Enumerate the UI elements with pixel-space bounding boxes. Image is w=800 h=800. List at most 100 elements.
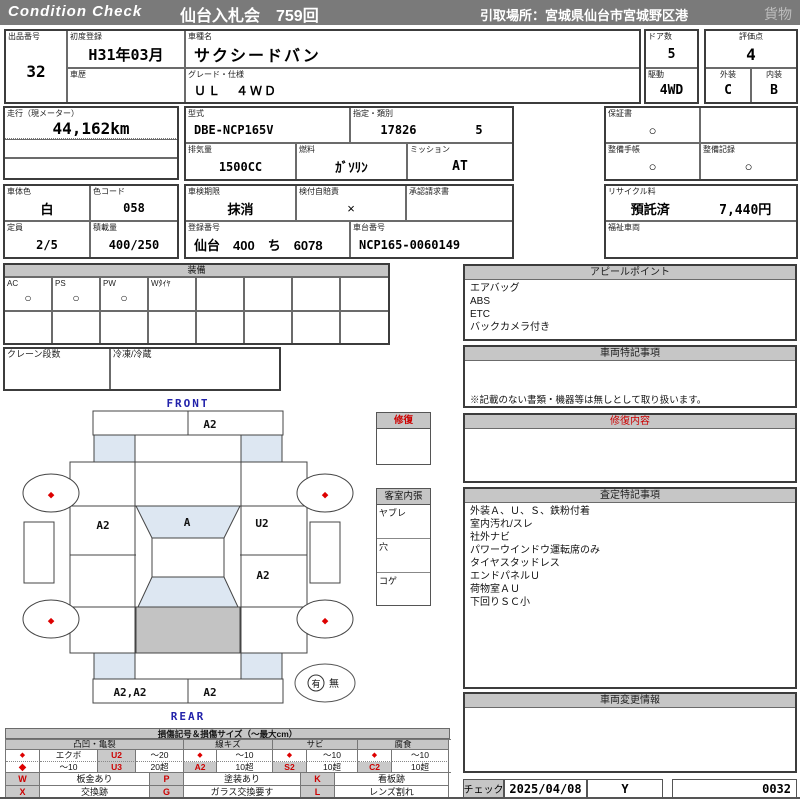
front-bumper-mark: A2: [203, 418, 216, 431]
auction-title: 仙台入札会 759回: [180, 8, 319, 25]
legend-desc-k: 看板跡: [335, 773, 449, 786]
color-code-value: 058: [123, 201, 145, 215]
interior-grade-label: 内装: [766, 70, 782, 79]
legend-group-corrosion: 腐食: [358, 740, 449, 750]
chassis-no-cell: 車台番号 NCP165-0060149: [350, 221, 513, 258]
equipment-mark-wtire: [149, 286, 195, 310]
spare-yes-label: 有: [311, 678, 320, 690]
vehicle-notes-title: 車両特記事項: [465, 347, 795, 361]
equipment-mark-ps: ○: [72, 291, 80, 305]
inspection-expiry-value: 抹消: [227, 201, 254, 217]
cabin-lining-title: 客室内張: [377, 489, 430, 505]
maintenance-record-label: 整備記録: [703, 145, 735, 154]
model-name-value: サクシードバン: [194, 48, 321, 65]
equipment-cell-pw: PW ○: [100, 277, 148, 311]
mileage-value: 44,162km: [52, 118, 130, 138]
legend-code-p: P: [150, 773, 184, 786]
freezer-label: 冷凍/冷蔵: [113, 349, 152, 359]
interior-grade-value: B: [770, 83, 778, 98]
cargo-roof-panel: [135, 606, 241, 654]
equipment-cell-wtire: Wﾀｲﾔ: [148, 277, 196, 311]
fuel-label: 燃料: [299, 145, 315, 154]
list-item: エアバッグ: [470, 283, 520, 294]
right-side-lower-mark: A2: [256, 569, 269, 582]
maintenance-book-value: ○: [648, 159, 657, 174]
rear-left-corner-panel: [93, 652, 136, 680]
mileage-cell: 走行（現メーター） 44,162km: [4, 107, 178, 139]
legend-code-k: K: [301, 773, 335, 786]
exhibit-no-cell: 出品番号 32: [5, 30, 67, 103]
class-type-value1: 17826: [380, 123, 417, 137]
maintenance-book-cell: 整備手帳 ○: [605, 143, 700, 180]
check-inspector-value: Y: [621, 781, 629, 796]
grade-cell: グレード・仕様 ＵＬ ４ＷＤ: [185, 68, 640, 103]
history-cell: 車歴: [67, 68, 185, 103]
right-side-molding: [309, 521, 341, 584]
list-item: 下回りＳＣ小: [470, 597, 530, 608]
equipment-cell-empty: [100, 311, 148, 344]
class-type-value2: 5: [475, 123, 483, 137]
transmission-value: AT: [452, 159, 468, 174]
brand-logo: Condition Check: [8, 3, 143, 20]
cabin-row-tear: ヤブレ: [377, 505, 430, 539]
legend-scratch-size1: ～10: [217, 750, 273, 762]
doors-cell: ドア数 5: [645, 30, 698, 68]
exterior-grade-value: C: [724, 83, 732, 98]
score-cell: 評価点 4: [705, 30, 797, 68]
rear-label: REAR: [171, 710, 206, 723]
class-type-cell: 指定・類別 17826 5: [350, 107, 513, 143]
recycle-fee-label: リサイクル料: [608, 187, 656, 196]
history-value: [68, 79, 184, 102]
model-code-label: 型式: [188, 109, 204, 118]
legend-group-scratch: 線キズ: [184, 740, 273, 750]
windshield-mark: A: [184, 516, 191, 529]
legend-table: 凸凹・亀裂 線キズ サビ 腐食 ◆ エクボ U2 ～20 ◆ ～10 ◆ ～10…: [5, 739, 451, 774]
first-registration-cell: 初度登録 H31年03月: [67, 30, 185, 68]
liability-insurance-value: ×: [347, 200, 355, 216]
list-item: ABS: [470, 296, 491, 307]
model-name-label: 車種名: [188, 32, 212, 41]
drive-value: 4WD: [659, 83, 684, 98]
rear-right-wheel-mark: ◆: [322, 614, 329, 627]
crane-label: クレーン段数: [7, 349, 61, 359]
appraisal-notes-list: 外装Ａ、Ｕ、Ｓ、鉄粉付着 室内汚れ/スレ 社外ナビ パワーウインドウ運転席のみ タイヤス…: [465, 503, 795, 611]
load-capacity-label: 積載量: [93, 223, 117, 232]
recycle-status: 預託済: [630, 201, 670, 217]
exterior-grade-label: 外装: [720, 70, 736, 79]
chassis-no-value: NCP165-0060149: [359, 237, 461, 252]
list-item: 外装Ａ、Ｕ、Ｓ、鉄粉付着: [470, 506, 590, 517]
body-color-label: 車体色: [7, 187, 31, 196]
equipment-cell-empty: [292, 277, 340, 311]
mileage-extra-row2: [4, 158, 178, 179]
check-inspector-cell: Y: [587, 779, 663, 798]
appeal-points-title: アピールポイント: [465, 266, 795, 280]
registration-no-value: 仙台 400 ち 6078: [194, 238, 323, 253]
legend-title: 損傷記号＆損傷サイズ（～最大cm）: [5, 728, 450, 739]
repair-mini-title: 修復: [377, 413, 430, 429]
warranty-value: ○: [648, 122, 657, 138]
score-value: 4: [746, 44, 756, 64]
doors-label: ドア数: [648, 32, 672, 41]
legend-desc-w: 板金あり: [40, 773, 150, 786]
appraisal-notes-box: 査定特記事項 外装Ａ、Ｕ、Ｓ、鉄粉付着 室内汚れ/スレ 社外ナビ パワーウインドウ運転…: [463, 487, 797, 689]
front-right-wheel-mark: ◆: [322, 488, 329, 501]
equipment-cell-empty: [52, 311, 100, 344]
rear-bumper-left-mark: A2,A2: [113, 686, 146, 699]
auction-sheet: Condition Check 仙台入札会 759回 引取場所：宮城県仙台市宮城…: [0, 0, 800, 800]
welfare-value: [606, 232, 796, 257]
welfare-cell: 福祉車両: [605, 221, 797, 258]
change-info-body: [465, 708, 795, 712]
list-item: 荷物室ＡＵ: [470, 584, 520, 595]
equipment-cell-ac: AC ○: [4, 277, 52, 311]
color-code-cell: 色コード 058: [90, 185, 178, 221]
list-item: ETC: [470, 309, 490, 320]
legend-code-u2: U2: [98, 750, 136, 762]
score-label: 評価点: [739, 32, 763, 41]
equipment-cell-empty: [148, 311, 196, 344]
cabin-row-burn: コゲ: [379, 576, 398, 586]
appeal-points-box: アピールポイント エアバッグ ABS ETC バックカメラ付き: [463, 264, 797, 341]
interior-grade-cell: 内装 B: [751, 68, 797, 103]
first-registration-value: H31年03月: [88, 45, 164, 64]
legend-rust-symbol: ◆: [273, 750, 307, 762]
equipment-cell-empty: [244, 277, 292, 311]
